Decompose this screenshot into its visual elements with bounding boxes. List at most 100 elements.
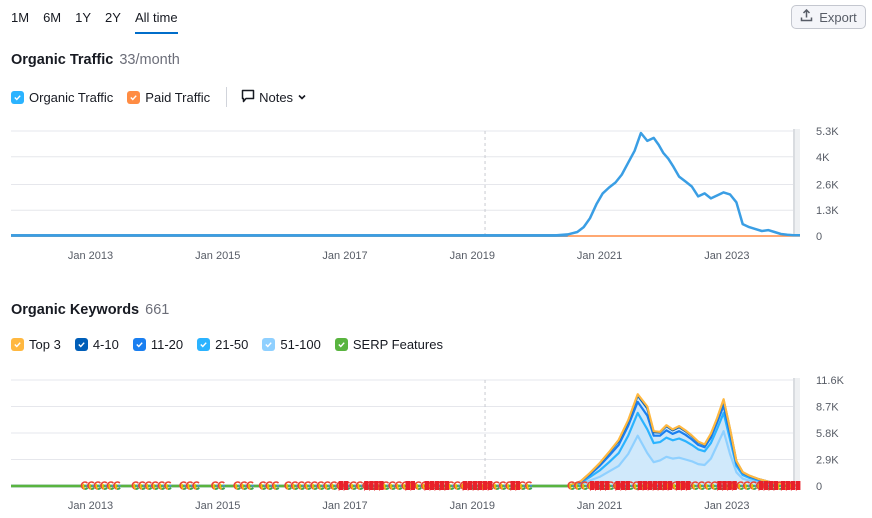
ranking-drop-flag[interactable]	[434, 481, 440, 491]
g-arc-green	[189, 487, 194, 490]
ranking-drop-flag[interactable]	[467, 481, 473, 491]
g-arc-green	[154, 487, 159, 490]
ranking-drop-flag[interactable]	[510, 481, 515, 491]
g-arc-green	[746, 487, 751, 490]
y-tick-label: 5.8K	[816, 428, 839, 440]
g-arc-green	[385, 487, 390, 490]
ranking-drop-flag[interactable]	[785, 481, 791, 491]
g-arc-green	[496, 487, 500, 490]
g-arc-green	[196, 487, 200, 490]
g-arc-green	[250, 487, 254, 490]
g-arc-green	[457, 487, 461, 490]
ranking-drop-flag[interactable]	[615, 481, 620, 491]
x-tick-label: Jan 2019	[450, 500, 495, 512]
g-arc-green	[307, 487, 312, 490]
ranking-drop-flag[interactable]	[515, 481, 520, 491]
ranking-drop-flag[interactable]	[763, 481, 769, 491]
ranking-drop-flag[interactable]	[620, 481, 625, 491]
g-arc-green	[694, 487, 699, 490]
g-arc-green	[84, 487, 89, 490]
ranking-drop-flag[interactable]	[732, 481, 737, 491]
ranking-drop-flag[interactable]	[477, 481, 483, 491]
g-arc-green	[522, 487, 526, 490]
ranking-drop-flag[interactable]	[773, 481, 779, 491]
ranking-drop-flag[interactable]	[652, 481, 658, 491]
ranking-drop-flag[interactable]	[637, 481, 643, 491]
g-arc-green	[141, 487, 146, 490]
x-tick-label: Jan 2017	[322, 500, 367, 512]
y-tick-label: 11.6K	[816, 375, 845, 387]
ranking-drop-flag[interactable]	[790, 481, 796, 491]
ranking-drop-flag[interactable]	[625, 481, 630, 491]
x-tick-label: Jan 2015	[195, 500, 240, 512]
ranking-drop-flag[interactable]	[675, 481, 681, 491]
g-arc-green	[753, 487, 758, 490]
x-tick-label: Jan 2013	[68, 500, 113, 512]
ranking-drop-flag[interactable]	[662, 481, 668, 491]
ranking-drop-flag[interactable]	[364, 481, 369, 491]
ranking-drop-flag[interactable]	[667, 481, 673, 491]
ranking-drop-flag[interactable]	[487, 481, 493, 491]
g-arc-green	[110, 487, 115, 490]
g-arc-green	[392, 487, 396, 490]
ranking-drop-flag[interactable]	[410, 481, 416, 491]
g-arc-green	[528, 487, 533, 490]
ranking-drop-flag[interactable]	[717, 481, 722, 491]
ranking-drop-flag[interactable]	[482, 481, 488, 491]
g-arc-green	[359, 487, 364, 490]
ranking-drop-flag[interactable]	[424, 481, 430, 491]
ranking-drop-flag[interactable]	[780, 481, 786, 491]
y-tick-label: 2.9K	[816, 455, 839, 467]
g-arc-green	[502, 487, 507, 490]
ranking-drop-flag[interactable]	[439, 481, 445, 491]
ranking-drop-flag[interactable]	[379, 481, 384, 491]
organic-keywords-chart[interactable]: 0 2.9K 5.8K 8.7K 11.6K Jan 2013 Jan 2015 Jan 20…	[0, 0, 872, 518]
x-tick-label: Jan 2023	[704, 500, 749, 512]
y-tick-label: 0	[816, 481, 822, 493]
ranking-drop-flag[interactable]	[590, 481, 595, 491]
ranking-drop-flag[interactable]	[657, 481, 663, 491]
ranking-drop-flag[interactable]	[405, 481, 411, 491]
g-arc-green	[183, 487, 187, 490]
g-arc-green	[714, 487, 719, 490]
ranking-drop-flag[interactable]	[647, 481, 653, 491]
g-arc-green	[327, 487, 331, 490]
ranking-drop-flag[interactable]	[680, 481, 686, 491]
ranking-drop-flag[interactable]	[727, 481, 732, 491]
ranking-drop-flag[interactable]	[472, 481, 478, 491]
ranking-drop-flag[interactable]	[685, 481, 691, 491]
g-arc-green	[314, 487, 318, 490]
g-arc-green	[577, 487, 582, 490]
ranking-drop-flag[interactable]	[444, 481, 450, 491]
g-arc-green	[221, 487, 226, 490]
g-arc-green	[275, 487, 280, 490]
ranking-drop-flag[interactable]	[343, 481, 349, 491]
g-arc-green	[320, 487, 325, 490]
ranking-drop-flag[interactable]	[429, 481, 435, 491]
g-arc-green	[237, 487, 241, 490]
g-arc-green	[740, 487, 745, 490]
ranking-drop-flag[interactable]	[768, 481, 774, 491]
g-arc-green	[288, 487, 292, 490]
ranking-drop-flag[interactable]	[758, 481, 764, 491]
ranking-drop-flag[interactable]	[722, 481, 727, 491]
g-arc-green	[117, 487, 121, 490]
g-arc-green	[418, 487, 422, 490]
g-arc-green	[301, 487, 305, 490]
g-arc-green	[269, 487, 273, 490]
ranking-drop-flag[interactable]	[600, 481, 605, 491]
ranking-drop-flag[interactable]	[642, 481, 648, 491]
g-arc-green	[214, 487, 219, 490]
g-arc-green	[353, 487, 357, 490]
ranking-drop-flag[interactable]	[338, 481, 344, 491]
ranking-drop-flag[interactable]	[374, 481, 379, 491]
ranking-drop-flag[interactable]	[605, 481, 610, 491]
ranking-drop-flag[interactable]	[795, 481, 801, 491]
ranking-drop-flag[interactable]	[462, 481, 468, 491]
g-arc-green	[104, 487, 108, 490]
ranking-drop-flag[interactable]	[369, 481, 374, 491]
g-arc-green	[97, 487, 102, 490]
g-arc-green	[610, 487, 615, 490]
g-arc-green	[584, 487, 589, 490]
ranking-drop-flag[interactable]	[595, 481, 600, 491]
